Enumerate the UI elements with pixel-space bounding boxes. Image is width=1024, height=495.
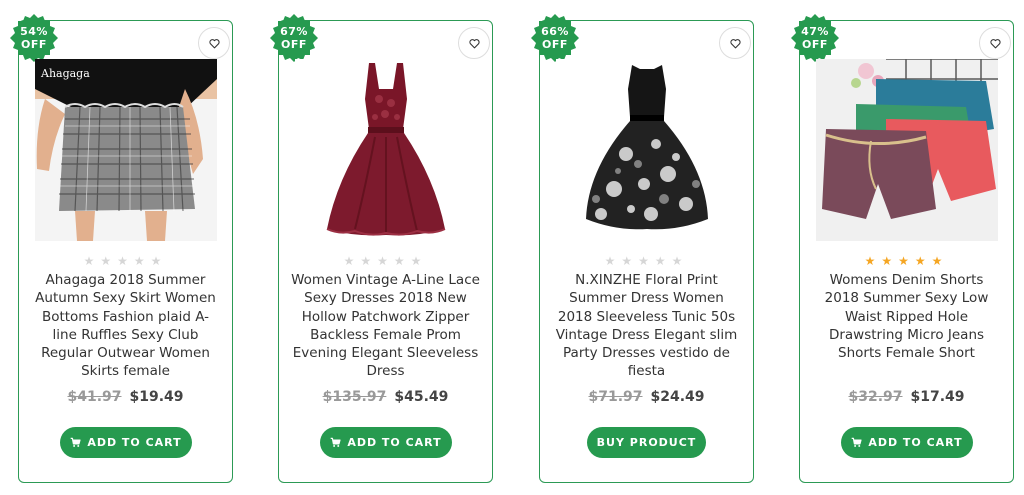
product-title[interactable]: N.XINZHE Floral Print Summer Dress Women… — [552, 271, 741, 381]
heart-icon — [729, 37, 742, 50]
old-price: $32.97 — [848, 389, 903, 405]
old-price: $41.97 — [67, 389, 122, 405]
product-card: 54% OFF Ahagaga ★★★★★ Ahagaga 2018 Summe… — [18, 20, 233, 483]
button-label: ADD TO CART — [347, 436, 442, 449]
button-label: ADD TO CART — [868, 436, 963, 449]
heart-icon — [989, 37, 1002, 50]
product-image[interactable] — [816, 59, 998, 241]
rating-stars: ★★★★★ — [864, 254, 949, 268]
discount-percent: 66% — [541, 25, 569, 38]
heart-icon — [468, 37, 481, 50]
discount-percent: 47% — [801, 25, 829, 38]
old-price: $135.97 — [322, 389, 387, 405]
discount-badge: 54% OFF — [9, 13, 59, 63]
price-row: $32.97 $17.49 — [800, 389, 1013, 405]
new-price: $17.49 — [910, 389, 965, 405]
discount-percent: 67% — [280, 25, 308, 38]
wishlist-button[interactable] — [979, 27, 1011, 59]
discount-badge: 67% OFF — [269, 13, 319, 63]
add-to-cart-button[interactable]: ADD TO CART — [60, 427, 192, 458]
rating-stars: ★★★★★ — [604, 254, 689, 268]
button-label: ADD TO CART — [87, 436, 182, 449]
discount-badge: 47% OFF — [790, 13, 840, 63]
product-title[interactable]: Women Vintage A-Line Lace Sexy Dresses 2… — [291, 271, 480, 381]
wishlist-button[interactable] — [719, 27, 751, 59]
rating-stars: ★★★★★ — [343, 254, 428, 268]
new-price: $24.49 — [650, 389, 705, 405]
heart-icon — [208, 37, 221, 50]
discount-percent: 54% — [20, 25, 48, 38]
rating-stars: ★★★★★ — [83, 254, 168, 268]
cart-icon — [851, 437, 862, 448]
add-to-cart-button[interactable]: ADD TO CART — [841, 427, 973, 458]
product-image[interactable]: Ahagaga — [35, 59, 217, 241]
new-price: $45.49 — [394, 389, 449, 405]
product-title[interactable]: Ahagaga 2018 Summer Autumn Sexy Skirt Wo… — [31, 271, 220, 381]
cart-icon — [330, 437, 341, 448]
product-image[interactable] — [295, 59, 477, 241]
product-card: 47% OFF ★★★★★ Womens Denim Shorts 2018 S… — [799, 20, 1014, 483]
discount-off-label: OFF — [281, 38, 307, 51]
add-to-cart-button[interactable]: ADD TO CART — [320, 427, 452, 458]
product-title[interactable]: Womens Denim Shorts 2018 Summer Sexy Low… — [812, 271, 1001, 362]
discount-badge: 66% OFF — [530, 13, 580, 63]
old-price: $71.97 — [588, 389, 643, 405]
discount-off-label: OFF — [21, 38, 47, 51]
product-card: 67% OFF ★★★★★ Women Vintage A-Line Lace … — [278, 20, 493, 483]
cart-icon — [70, 437, 81, 448]
discount-off-label: OFF — [802, 38, 828, 51]
price-row: $41.97 $19.49 — [19, 389, 232, 405]
price-row: $135.97 $45.49 — [279, 389, 492, 405]
button-label: BUY PRODUCT — [596, 436, 697, 449]
discount-off-label: OFF — [542, 38, 568, 51]
wishlist-button[interactable] — [458, 27, 490, 59]
product-card: 66% OFF ★★★★★ N.XINZHE Floral Print Summ… — [539, 20, 754, 483]
image-watermark: Ahagaga — [40, 67, 90, 80]
new-price: $19.49 — [129, 389, 184, 405]
price-row: $71.97 $24.49 — [540, 389, 753, 405]
wishlist-button[interactable] — [198, 27, 230, 59]
buy-product-button[interactable]: BUY PRODUCT — [587, 427, 706, 458]
product-image[interactable] — [556, 59, 738, 241]
